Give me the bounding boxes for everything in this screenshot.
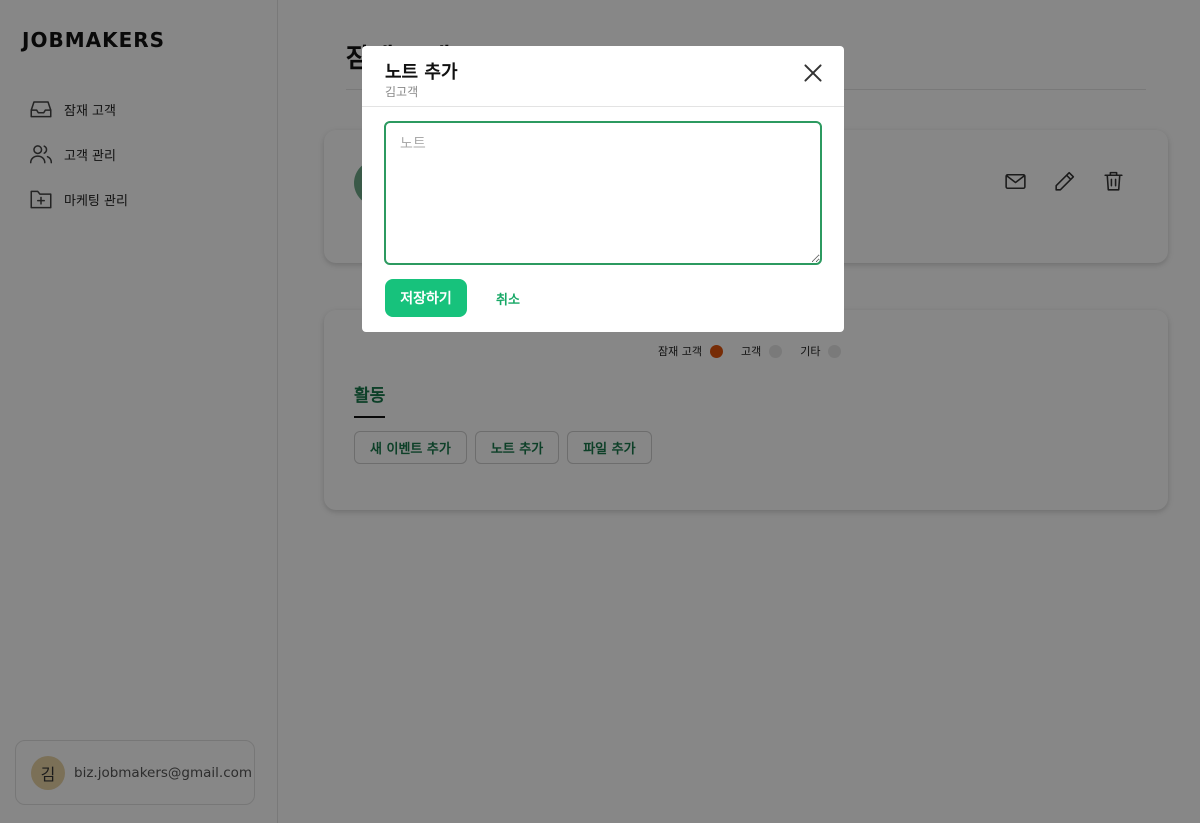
close-icon[interactable] [800, 60, 826, 86]
modal-title: 노트 추가 [385, 62, 458, 83]
modal-subtitle: 김고객 [385, 85, 419, 99]
add-note-modal: 노트 추가 김고객 저장하기 취소 [362, 46, 844, 332]
note-input[interactable] [384, 121, 822, 265]
save-button[interactable]: 저장하기 [385, 279, 467, 317]
cancel-button[interactable]: 취소 [484, 279, 532, 317]
modal-divider [362, 106, 844, 107]
